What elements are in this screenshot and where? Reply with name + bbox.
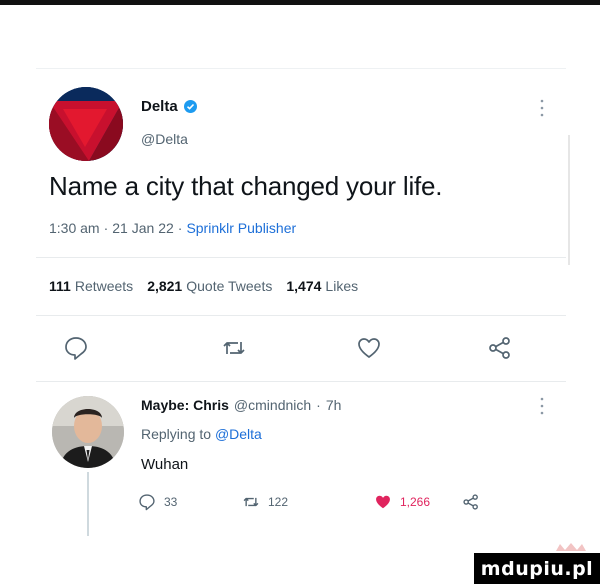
likes-label: Likes (325, 278, 359, 294)
scrollbar-track[interactable] (568, 135, 570, 265)
reply-like-button[interactable]: 1,266 (374, 493, 430, 511)
reply-author-name[interactable]: Maybe: Chris (141, 397, 229, 413)
replying-to: Replying to @Delta (141, 426, 262, 442)
reply-age[interactable]: 7h (326, 397, 342, 413)
tweet-text: Name a city that changed your life. (49, 171, 443, 201)
retweet-icon (243, 497, 259, 507)
reply-reply-count: 33 (164, 495, 178, 509)
reply-author-handle[interactable]: @cmindnich (234, 397, 311, 413)
meta-separator: · (316, 397, 321, 413)
more-options-icon[interactable] (539, 396, 545, 416)
tweet-author-handle[interactable]: @Delta (141, 131, 188, 147)
verified-badge-icon (183, 100, 197, 113)
more-options-icon[interactable] (539, 98, 545, 118)
share-icon[interactable] (487, 335, 513, 361)
reply-icon[interactable] (63, 335, 89, 361)
reply-text: Wuhan (141, 456, 189, 473)
retweets-stat[interactable]: 111 Retweets (49, 278, 133, 294)
quote-tweets-count: 2,821 (147, 278, 183, 294)
replying-prefix: Replying to (141, 426, 212, 442)
reply-like-count: 1,266 (400, 495, 431, 509)
reply-avatar[interactable] (52, 396, 124, 468)
reply-icon (139, 494, 155, 511)
quote-tweets-label: Quote Tweets (186, 278, 273, 294)
reply-reply-button[interactable]: 33 (138, 493, 177, 511)
like-icon[interactable] (356, 335, 382, 361)
replying-mention-link[interactable]: @Delta (215, 426, 262, 442)
tweet-date[interactable]: 21 Jan 22 (112, 220, 174, 236)
thread-line (87, 472, 89, 536)
liked-heart-icon (376, 495, 390, 509)
likes-count: 1,474 (286, 278, 322, 294)
watermark-decoration-icon (556, 543, 586, 551)
share-icon (463, 494, 478, 510)
top-border (0, 0, 600, 5)
retweets-label: Retweets (74, 278, 134, 294)
quote-tweets-stat[interactable]: 2,821 Quote Tweets (147, 278, 272, 294)
divider (36, 381, 566, 382)
divider (36, 315, 566, 316)
reply-share-button[interactable] (462, 493, 480, 511)
watermark: mdupiu.pl (474, 553, 600, 584)
tweet-stats: 111 Retweets 2,821 Quote Tweets 1,474 Likes (49, 278, 358, 294)
top-divider (36, 68, 566, 69)
retweets-count: 111 (49, 278, 71, 294)
meta-separator: · (177, 220, 183, 236)
delta-avatar[interactable] (49, 87, 123, 161)
likes-stat[interactable]: 1,474 Likes (286, 278, 358, 294)
tweet-time[interactable]: 1:30 am (49, 220, 100, 236)
tweet-author-name[interactable]: Delta (141, 98, 178, 115)
reply-retweet-button[interactable]: 122 (242, 493, 288, 511)
reply-header: Maybe: Chris @cmindnich · 7h (141, 397, 341, 413)
reply-retweet-count: 122 (268, 495, 289, 509)
delta-logo-icon (49, 87, 123, 161)
person-avatar-icon (52, 396, 124, 468)
tweet-source-link[interactable]: Sprinklr Publisher (186, 220, 296, 236)
divider (36, 257, 566, 258)
retweet-icon[interactable] (221, 335, 247, 361)
meta-separator: · (103, 220, 109, 236)
tweet-meta: 1:30 am · 21 Jan 22 · Sprinklr Publisher (49, 220, 296, 236)
